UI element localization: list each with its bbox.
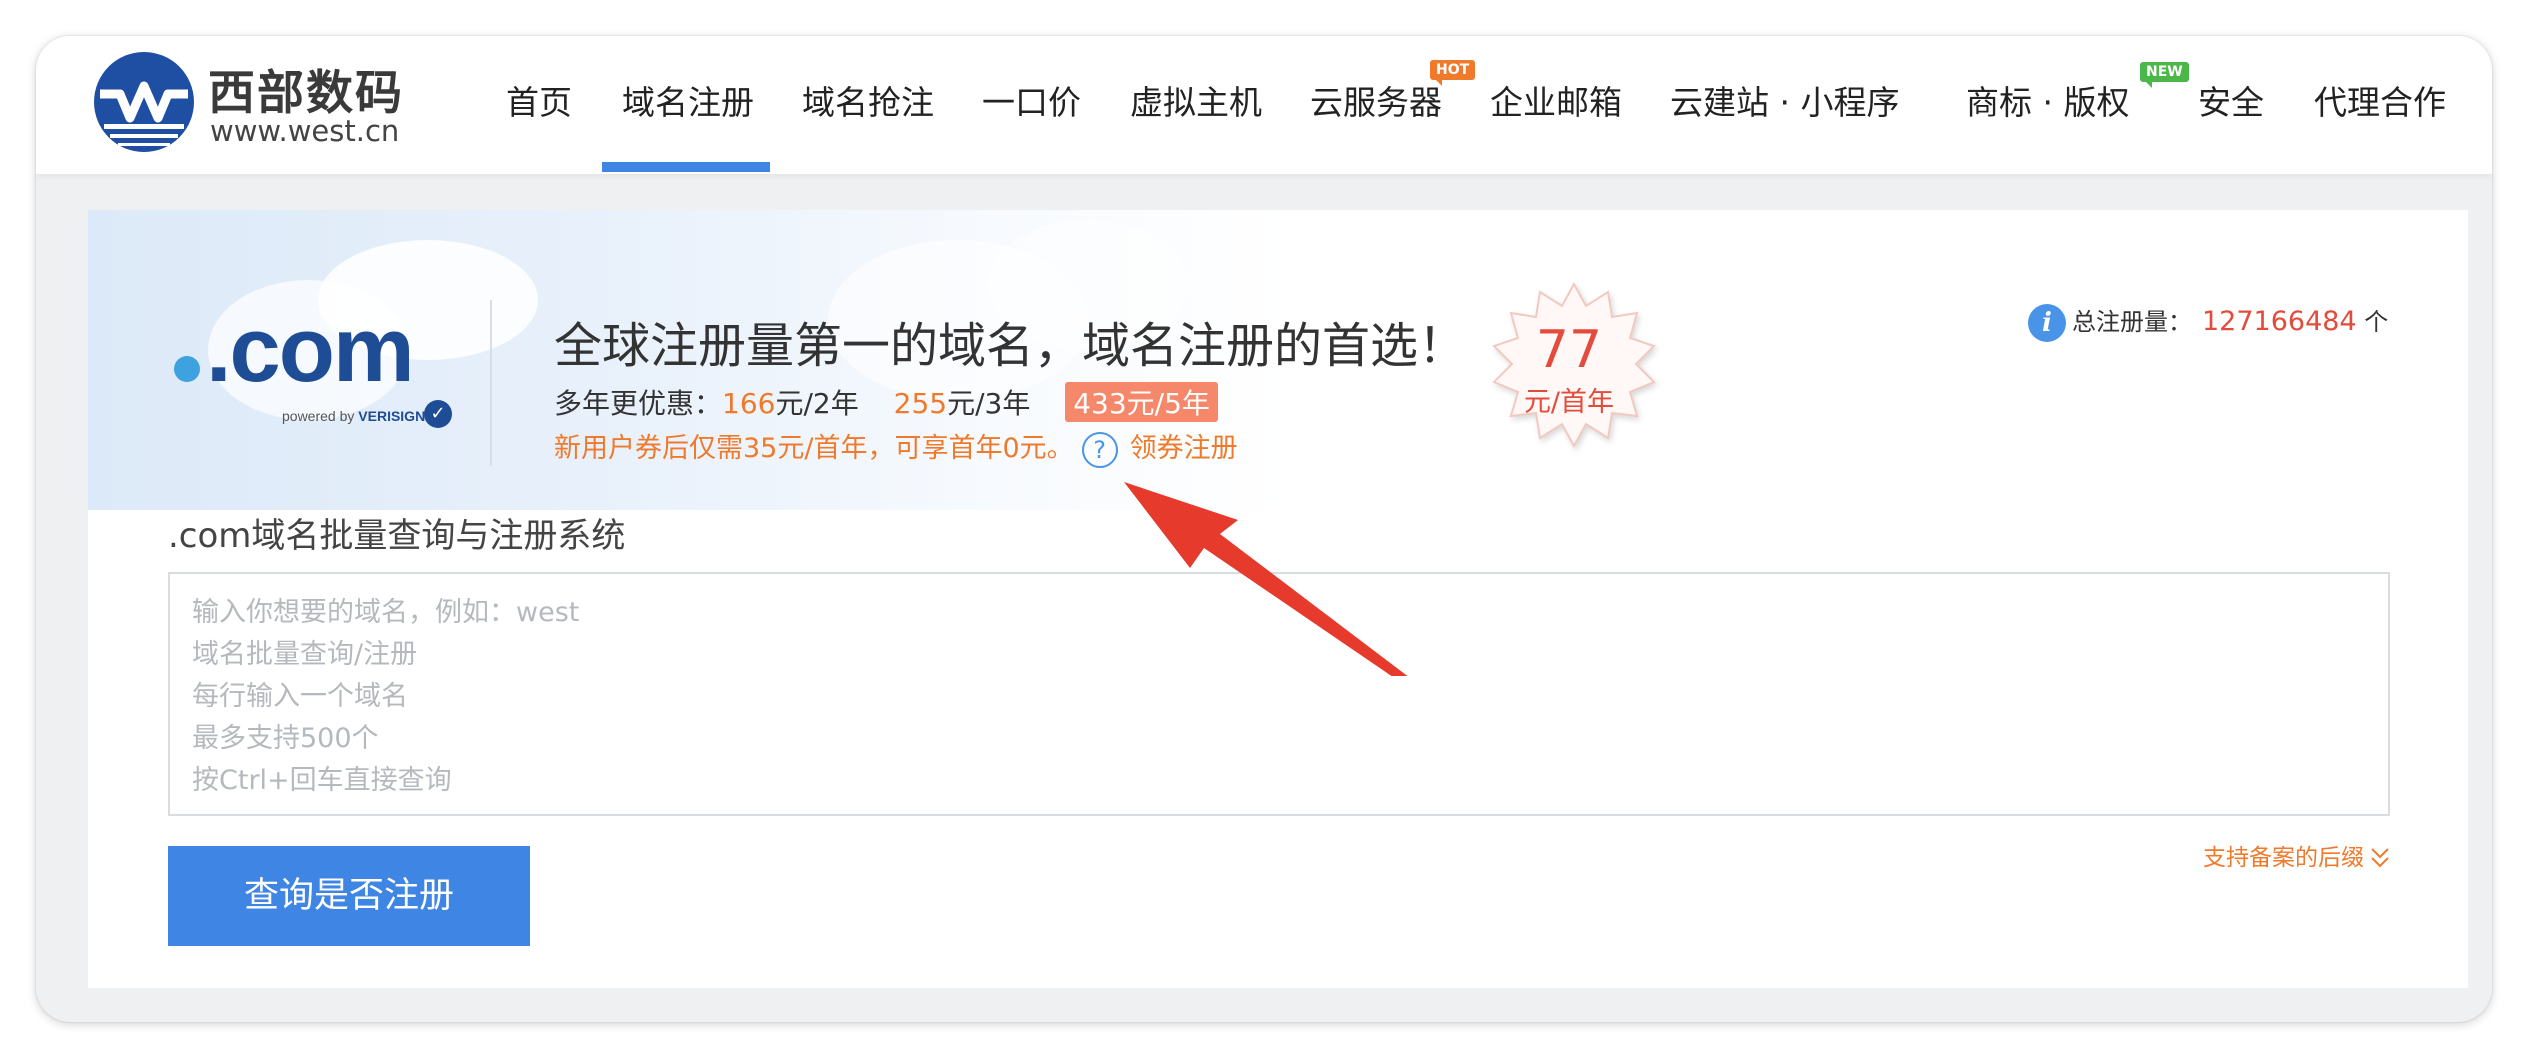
price-3y-unit: 元/3年 (947, 387, 1031, 420)
nav-item-virtual-host[interactable]: 虚拟主机 (1130, 76, 1262, 136)
nav-item-fixed-price[interactable]: 一口价 (982, 76, 1081, 136)
textarea-placeholder: 输入你想要的域名，例如：west 域名批量查询/注册 每行输入一个域名 最多支持… (192, 592, 579, 802)
red-arrow-annotation-icon (1124, 482, 1408, 676)
nav-active-indicator (602, 162, 770, 172)
promo-line: 新用户券后仅需35元/首年，可享首年0元。? 领券注册 (554, 426, 1238, 468)
site-header: 西部数码 www.west.cn 首页 域名注册 域名抢注 一口价 虚拟主机 云… (36, 36, 2492, 174)
placeholder-line: 输入你想要的域名，例如：west (192, 597, 580, 628)
main-nav: 首页 域名注册 域名抢注 一口价 虚拟主机 云服务器 HOT 企业邮箱 云建站 … (36, 36, 2492, 174)
total-registrations: i 总注册量： 127166484 个 (2028, 302, 2388, 342)
total-count: 127166484 (2202, 306, 2357, 337)
promo-text: 新用户券后仅需35元/首年，可享首年0元。 (554, 433, 1074, 464)
first-year-price-value: 77 (1535, 320, 1603, 380)
nav-item-agent[interactable]: 代理合作 (2314, 76, 2446, 136)
browser-window: 西部数码 www.west.cn 首页 域名注册 域名抢注 一口价 虚拟主机 云… (36, 36, 2492, 1022)
nav-item-cloud-server[interactable]: 云服务器 (1310, 76, 1442, 136)
placeholder-line: 每行输入一个域名 (192, 681, 408, 712)
logo-divider (490, 300, 492, 466)
info-icon: i (2028, 304, 2066, 342)
placeholder-line: 最多支持500个 (192, 723, 379, 754)
total-label: 总注册量： (2072, 308, 2192, 336)
com-dot-icon (174, 356, 200, 382)
com-tld-logo: .com powered by VERISIGN ✓ (172, 299, 472, 428)
nav-item-home[interactable]: 首页 (506, 76, 572, 136)
price-2y-value: 166 (722, 387, 776, 420)
placeholder-line: 按Ctrl+回车直接查询 (192, 765, 452, 796)
total-unit: 个 (2364, 308, 2389, 336)
nav-item-trademark[interactable]: 商标 · 版权 (1966, 76, 2129, 136)
first-year-price-stamp: 77 元/首年 (1484, 280, 1664, 460)
hero-headline: 全球注册量第一的域名，域名注册的首选！ (554, 318, 1467, 374)
price-5y-tag: 433元/5年 (1065, 382, 1218, 422)
new-badge: NEW (2140, 62, 2189, 88)
hot-badge: HOT (1430, 60, 1476, 86)
question-icon[interactable]: ? (1081, 431, 1118, 468)
nav-item-enterprise-mail[interactable]: 企业邮箱 (1490, 76, 1622, 136)
verisign-check-icon: ✓ (424, 400, 452, 428)
nav-item-domain-snatch[interactable]: 域名抢注 (802, 76, 934, 136)
query-register-button[interactable]: 查询是否注册 (168, 846, 530, 946)
coupon-register-link[interactable]: 领券注册 (1130, 433, 1238, 464)
batch-query-title: .com域名批量查询与注册系统 (168, 516, 626, 556)
double-chevron-down-icon (2371, 847, 2389, 867)
price-intro: 多年更优惠： (554, 387, 723, 420)
com-tld-text: .com (206, 299, 415, 401)
powered-by-text: powered by VERISIGN (282, 408, 425, 424)
powered-by-label: powered by (282, 408, 355, 424)
first-year-price-unit: 元/首年 (1523, 387, 1615, 418)
nav-item-security[interactable]: 安全 (2198, 76, 2264, 136)
placeholder-line: 域名批量查询/注册 (192, 639, 418, 670)
price-2y-unit: 元/2年 (775, 387, 859, 420)
multi-year-prices: 多年更优惠：166元/2年 255元/3年 433元/5年 (554, 382, 1218, 424)
nav-item-site-builder[interactable]: 云建站 · 小程序 (1670, 76, 1899, 136)
nav-item-domain-register[interactable]: 域名注册 (622, 76, 754, 136)
filing-suffix-label: 支持备案的后缀 (2203, 845, 2364, 871)
verisign-label: VERISIGN (358, 408, 426, 424)
price-3y-value: 255 (893, 387, 948, 420)
filing-suffix-link[interactable]: 支持备案的后缀 (2203, 838, 2390, 872)
